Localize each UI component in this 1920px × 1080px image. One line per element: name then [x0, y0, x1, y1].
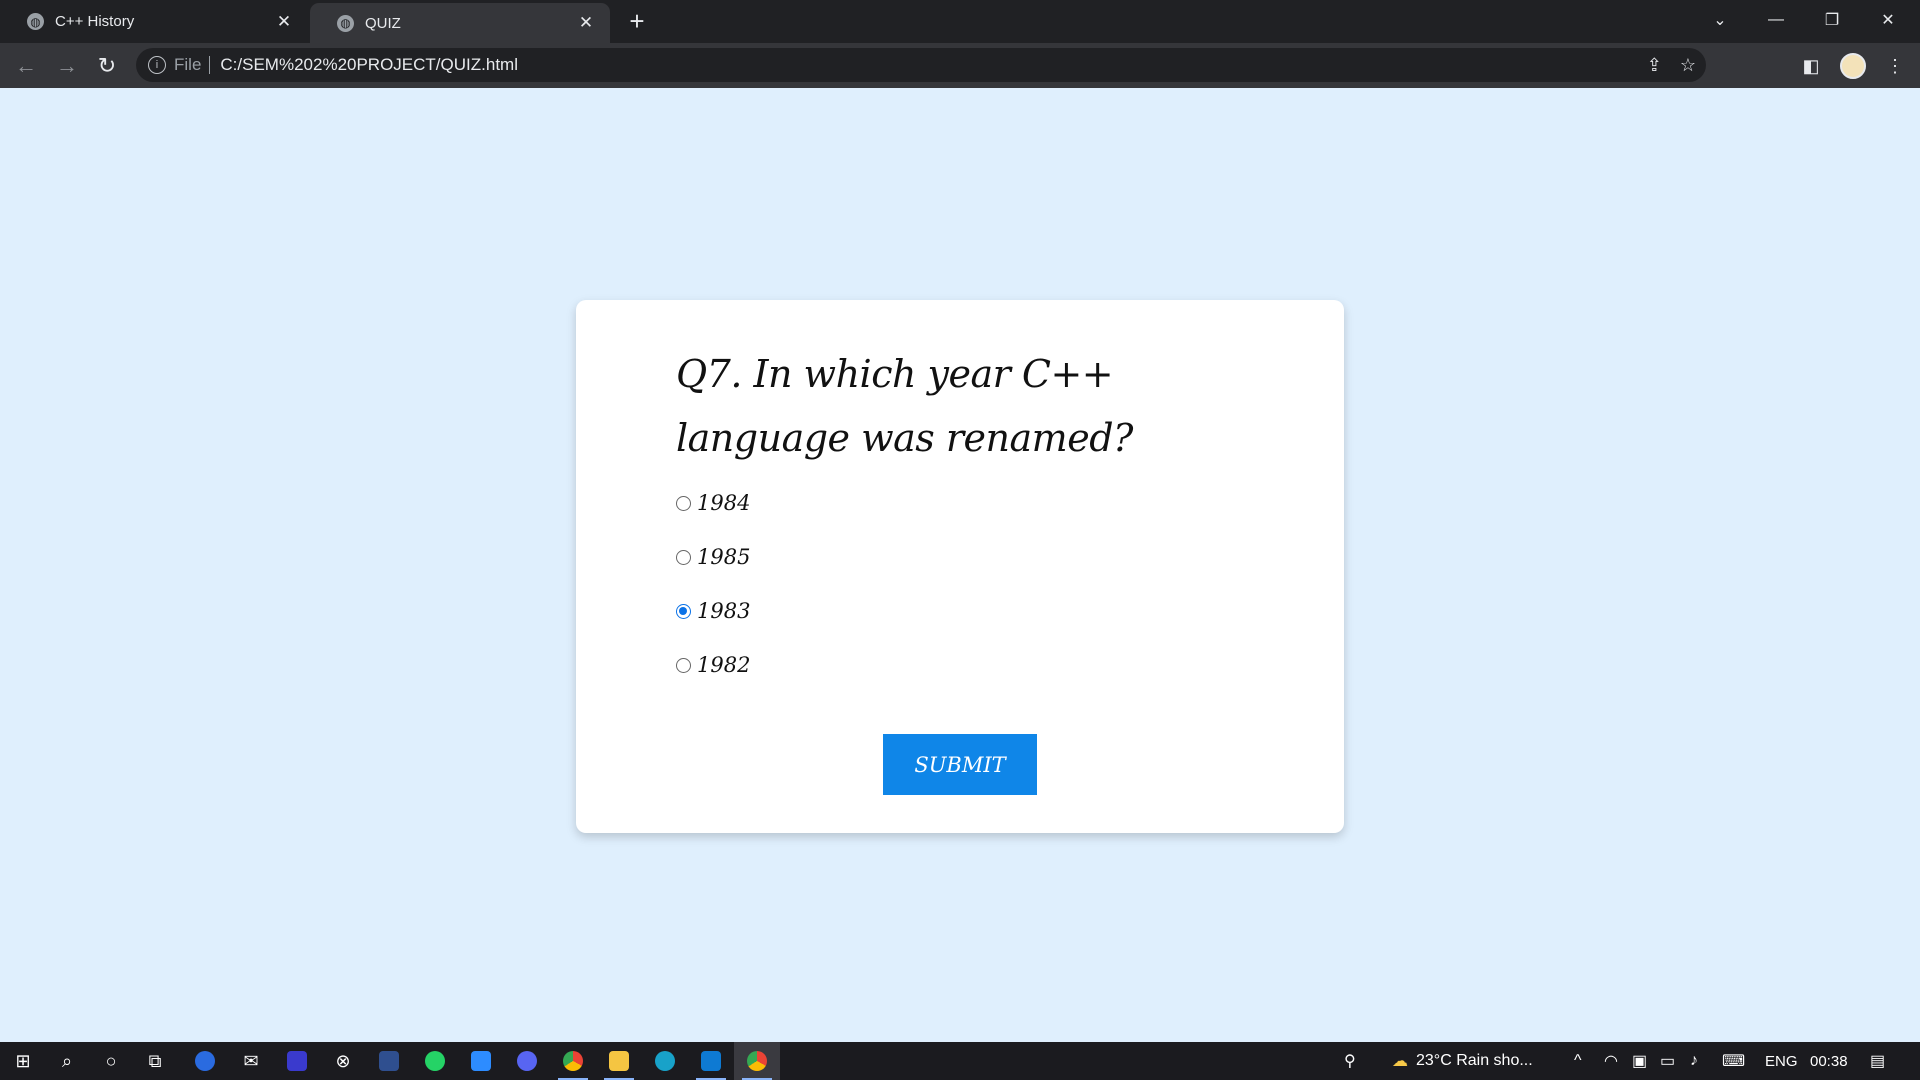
close-tab-icon[interactable]: ✕ — [572, 13, 600, 33]
meet-icon[interactable]: ▣ — [1632, 1042, 1647, 1080]
address-separator — [209, 56, 211, 74]
vscode-icon[interactable] — [688, 1042, 734, 1080]
language-indicator[interactable]: ENG — [1765, 1042, 1798, 1080]
mail-icon[interactable]: ✉ — [228, 1042, 274, 1080]
file-explorer-icon[interactable] — [596, 1042, 642, 1080]
quiz-card: Q7. In which year C++ language was renam… — [576, 300, 1344, 833]
close-tab-icon[interactable]: ✕ — [270, 12, 298, 32]
chrome-icon[interactable] — [734, 1042, 780, 1080]
tab-quiz[interactable]: ◍ QUIZ ✕ — [310, 3, 610, 43]
weather-text: 23°C Rain sho... — [1416, 1052, 1533, 1069]
option-1985[interactable]: 1985 — [676, 530, 750, 584]
restore-button[interactable]: ❐ — [1804, 0, 1860, 40]
chrome-icon[interactable] — [550, 1042, 596, 1080]
app-icon[interactable] — [274, 1042, 320, 1080]
radio-button[interactable] — [676, 657, 691, 673]
tab-cpp-history[interactable]: ◍ C++ History ✕ — [0, 0, 308, 43]
weather-widget[interactable]: ☁ 23°C Rain sho... — [1392, 1042, 1533, 1080]
chevron-up-icon[interactable]: ^ — [1574, 1042, 1582, 1080]
keyboard-icon[interactable]: ⌨ — [1722, 1042, 1745, 1080]
tab-title: QUIZ — [365, 14, 401, 32]
app-icon[interactable] — [182, 1042, 228, 1080]
option-label: 1984 — [697, 491, 751, 515]
reload-button[interactable]: ↻ — [91, 50, 123, 82]
option-label: 1985 — [697, 545, 751, 569]
clock[interactable]: 00:38 — [1810, 1042, 1848, 1080]
people-icon[interactable]: ⚲ — [1344, 1042, 1356, 1080]
tab-strip: ◍ C++ History ✕ ◍ QUIZ ✕ + ⌄ — ❐ ✕ — [0, 0, 1920, 43]
task-view-icon[interactable]: ⧉ — [132, 1042, 178, 1080]
option-1984[interactable]: 1984 — [676, 476, 750, 530]
address-bar[interactable]: i File C:/SEM%202%20PROJECT/QUIZ.html ⇪ … — [136, 48, 1706, 82]
minimize-button[interactable]: — — [1748, 0, 1804, 40]
forward-button[interactable]: → — [51, 50, 83, 82]
tab-search-icon[interactable]: ⌄ — [1692, 0, 1748, 40]
option-1982[interactable]: 1982 — [676, 638, 750, 692]
discord-icon[interactable] — [504, 1042, 550, 1080]
search-icon[interactable]: ⌕ — [44, 1042, 90, 1080]
tab-title: C++ History — [55, 13, 135, 30]
wifi-icon[interactable]: ◠ — [1604, 1042, 1618, 1080]
close-window-button[interactable]: ✕ — [1860, 0, 1916, 40]
address-scheme: File — [174, 55, 202, 74]
xbox-icon[interactable]: ⊗ — [320, 1042, 366, 1080]
browser-toolbar: ← → ↻ i File C:/SEM%202%20PROJECT/QUIZ.h… — [0, 43, 1920, 88]
radio-button[interactable] — [676, 495, 691, 511]
taskbar: ⊞ ⌕ ○ ⧉ ✉ ⊗ ⚲ ☁ 23°C Rain sho... ^ ◠ ▣ ▭… — [0, 1042, 1920, 1080]
option-1983[interactable]: 1983 — [676, 584, 750, 638]
avatar — [1840, 53, 1866, 79]
question-text: Q7. In which year C++ language was renam… — [676, 352, 1133, 460]
option-label: 1982 — [697, 653, 751, 677]
notifications-icon[interactable]: ▤ — [1870, 1042, 1885, 1080]
new-tab-button[interactable]: + — [622, 6, 652, 36]
zoom-icon[interactable] — [458, 1042, 504, 1080]
submit-button[interactable]: SUBMIT — [883, 734, 1037, 795]
edge-icon[interactable] — [642, 1042, 688, 1080]
app-icon[interactable] — [366, 1042, 412, 1080]
info-icon[interactable]: i — [148, 56, 166, 74]
menu-icon[interactable]: ⋮ — [1880, 50, 1910, 82]
weather-icon: ☁ — [1392, 1053, 1408, 1070]
profile-avatar[interactable] — [1838, 50, 1868, 82]
windows-start-icon[interactable]: ⊞ — [0, 1042, 46, 1080]
globe-icon: ◍ — [337, 14, 354, 32]
address-url: C:/SEM%202%20PROJECT/QUIZ.html — [220, 55, 518, 74]
share-icon[interactable]: ⇪ — [1647, 55, 1662, 76]
options-list: 1984 1985 1983 1982 — [676, 476, 750, 692]
side-panel-icon[interactable]: ◧ — [1796, 50, 1826, 82]
back-button[interactable]: ← — [10, 50, 42, 82]
radio-button[interactable] — [676, 549, 691, 565]
globe-icon: ◍ — [27, 13, 44, 30]
cortana-icon[interactable]: ○ — [88, 1042, 134, 1080]
whatsapp-icon[interactable] — [412, 1042, 458, 1080]
radio-button-checked[interactable] — [676, 603, 691, 619]
volume-icon[interactable]: ♪ — [1690, 1042, 1698, 1080]
bookmark-star-icon[interactable]: ☆ — [1680, 55, 1696, 76]
page-body: Q7. In which year C++ language was renam… — [0, 88, 1920, 1042]
battery-icon[interactable]: ▭ — [1660, 1042, 1675, 1080]
option-label: 1983 — [697, 599, 751, 623]
